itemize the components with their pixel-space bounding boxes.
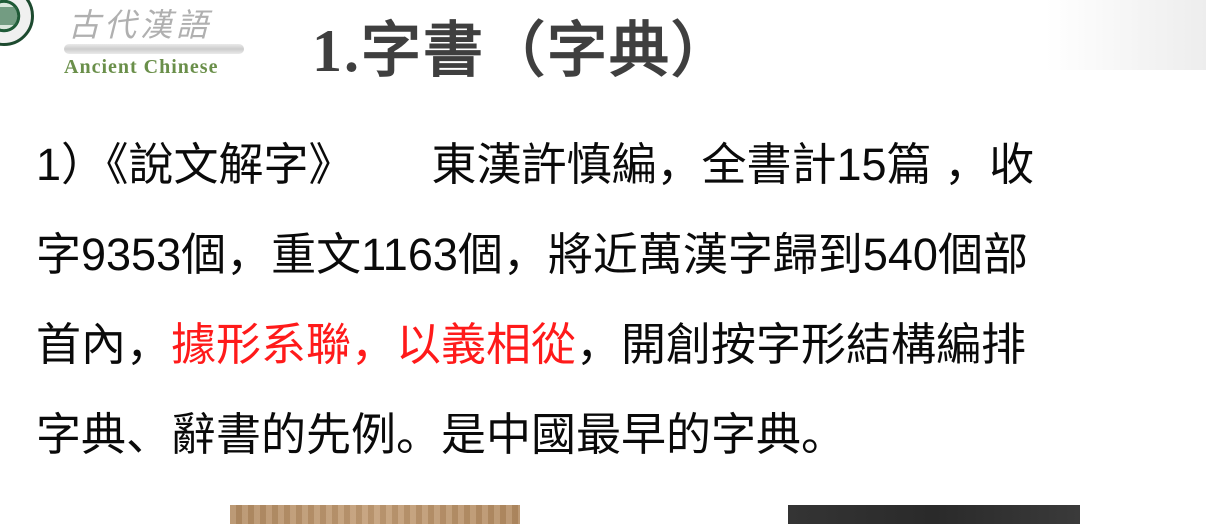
slide-header: 古代漢語 Ancient Chinese 1.字書（字典）	[0, 0, 1206, 92]
corner-shade	[1046, 0, 1206, 70]
brand-english: Ancient Chinese	[64, 56, 219, 78]
item-number-title: 1）《說文解字》	[36, 139, 354, 190]
university-seal-icon	[0, 0, 34, 46]
line-1-text: 東漢許慎編，全書計15篇 ，收	[431, 139, 1035, 190]
body-line-1: 1）《說文解字》 東漢許慎編，全書計15篇 ，收	[36, 120, 1196, 210]
brand-divider	[64, 44, 244, 54]
book-image-right	[788, 505, 1080, 524]
book-image-left	[230, 505, 520, 524]
body-line-2: 字9353個，重文1163個，將近萬漢字歸到540個部	[36, 229, 1028, 280]
highlight-phrase: 據形系聯，以義相從	[171, 319, 577, 370]
line-3-start: 首內，	[36, 319, 172, 370]
course-brand: 古代漢語 Ancient Chinese	[58, 0, 258, 92]
line-3-end: ，開創按字形結構編排	[576, 319, 1027, 370]
brand-chinese: 古代漢語	[68, 6, 213, 44]
slide-body: 1）《說文解字》 東漢許慎編，全書計15篇 ，收 字9353個，重文1163個，將…	[36, 120, 1196, 480]
body-line-4: 字典、辭書的先例。是中國最早的字典。	[36, 409, 847, 460]
body-line-3: 首內，據形系聯，以義相從，開創按字形結構編排	[36, 300, 1196, 390]
slide-title: 1.字書（字典）	[312, 18, 733, 84]
